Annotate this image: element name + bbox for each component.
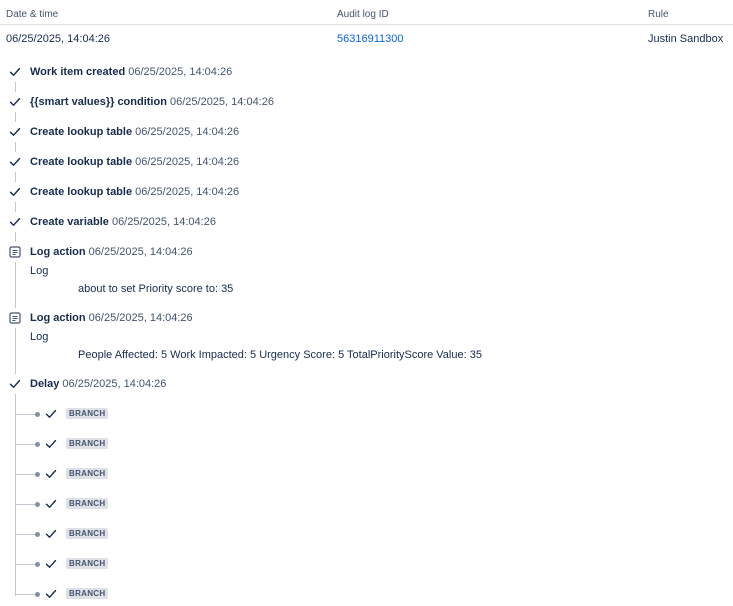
branch-line <box>16 444 36 445</box>
log-message: about to set Priority score to: 35 <box>78 283 234 295</box>
branch-row[interactable]: BRANCH <box>0 404 733 424</box>
branch-lozenge: BRANCH <box>66 468 109 479</box>
timeline-connector <box>15 172 16 182</box>
branch-lozenge: BRANCH <box>66 528 109 539</box>
timeline-item-title: Log action 06/25/2025, 14:04:26 <box>30 246 193 258</box>
timeline-connector <box>15 232 16 242</box>
check-icon <box>8 65 22 79</box>
component-timestamp: 06/25/2025, 14:04:26 <box>132 156 240 168</box>
timeline-connector <box>15 82 16 92</box>
log-icon <box>8 245 22 259</box>
check-icon <box>8 95 22 109</box>
component-timestamp: 06/25/2025, 14:04:26 <box>85 246 193 258</box>
timeline-connector <box>15 328 16 374</box>
check-icon <box>44 497 58 511</box>
check-icon <box>44 557 58 571</box>
timeline-item[interactable]: Log action 06/25/2025, 14:04:26 <box>0 308 733 328</box>
branch-line <box>16 414 36 415</box>
timeline-item-title: Create lookup table 06/25/2025, 14:04:26 <box>30 156 239 168</box>
branch-line <box>16 474 36 475</box>
timeline-item-title: Work item created 06/25/2025, 14:04:26 <box>30 66 232 78</box>
log-label: Log <box>30 265 49 277</box>
branch-lozenge: BRANCH <box>66 438 109 449</box>
timeline-item-title: {{smart values}} condition 06/25/2025, 1… <box>30 96 274 108</box>
component-name: Work item created <box>30 66 126 78</box>
branch-line <box>16 504 36 505</box>
timeline-item-title: Delay 06/25/2025, 14:04:26 <box>30 378 166 390</box>
branch-line <box>16 564 36 565</box>
timeline-item[interactable]: Work item created 06/25/2025, 14:04:26 <box>0 62 733 82</box>
log-label: Log <box>30 331 49 343</box>
audit-timeline: Work item created 06/25/2025, 14:04:26{{… <box>0 0 733 606</box>
timeline-connector <box>15 202 16 212</box>
timeline-item-title: Log action 06/25/2025, 14:04:26 <box>30 312 193 324</box>
branch-row[interactable]: BRANCH <box>0 464 733 484</box>
timeline-item[interactable]: {{smart values}} condition 06/25/2025, 1… <box>0 92 733 112</box>
component-name: {{smart values}} condition <box>30 96 167 108</box>
branch-dot <box>35 502 40 507</box>
check-icon <box>44 407 58 421</box>
check-icon <box>44 527 58 541</box>
timeline-item[interactable]: Create variable 06/25/2025, 14:04:26 <box>0 212 733 232</box>
timeline-connector <box>15 142 16 152</box>
timeline-item-title: Create lookup table 06/25/2025, 14:04:26 <box>30 186 239 198</box>
log-message: People Affected: 5 Work Impacted: 5 Urge… <box>78 349 482 361</box>
timeline-item[interactable]: Create lookup table 06/25/2025, 14:04:26 <box>0 152 733 172</box>
check-icon <box>8 215 22 229</box>
branch-dot <box>35 532 40 537</box>
check-icon <box>44 467 58 481</box>
branch-lozenge: BRANCH <box>66 588 109 599</box>
check-icon <box>44 587 58 601</box>
component-timestamp: 06/25/2025, 14:04:26 <box>132 186 240 198</box>
component-name: Create variable <box>30 216 109 228</box>
branch-dot <box>35 592 40 597</box>
check-icon <box>8 155 22 169</box>
component-name: Create lookup table <box>30 156 133 168</box>
component-name: Create lookup table <box>30 126 133 138</box>
branch-dot <box>35 472 40 477</box>
component-timestamp: 06/25/2025, 14:04:26 <box>59 378 167 390</box>
timeline-item[interactable]: Create lookup table 06/25/2025, 14:04:26 <box>0 182 733 202</box>
branch-dot <box>35 442 40 447</box>
timeline-item-title: Create lookup table 06/25/2025, 14:04:26 <box>30 126 239 138</box>
timeline-connector <box>15 262 16 308</box>
component-timestamp: 06/25/2025, 14:04:26 <box>125 66 233 78</box>
branch-row[interactable]: BRANCH <box>0 494 733 514</box>
branch-dot <box>35 412 40 417</box>
branch-lozenge: BRANCH <box>66 498 109 509</box>
timeline-item[interactable]: Delay 06/25/2025, 14:04:26 <box>0 374 733 394</box>
check-icon <box>44 437 58 451</box>
component-timestamp: 06/25/2025, 14:04:26 <box>132 126 240 138</box>
timeline-item[interactable]: Create lookup table 06/25/2025, 14:04:26 <box>0 122 733 142</box>
check-icon <box>8 125 22 139</box>
timeline-item-title: Create variable 06/25/2025, 14:04:26 <box>30 216 216 228</box>
log-icon <box>8 311 22 325</box>
branch-row[interactable]: BRANCH <box>0 554 733 574</box>
branch-row[interactable]: BRANCH <box>0 434 733 454</box>
component-name: Delay <box>30 378 60 390</box>
timeline-connector <box>15 112 16 122</box>
branch-line <box>16 534 36 535</box>
branch-row[interactable]: BRANCH <box>0 524 733 544</box>
branch-dot <box>35 562 40 567</box>
timeline-item[interactable]: Log action 06/25/2025, 14:04:26 <box>0 242 733 262</box>
check-icon <box>8 377 22 391</box>
component-name: Log action <box>30 312 86 324</box>
branch-lozenge: BRANCH <box>66 558 109 569</box>
component-name: Log action <box>30 246 86 258</box>
branch-row[interactable]: BRANCH <box>0 584 733 604</box>
branch-lozenge: BRANCH <box>66 408 109 419</box>
branch-line <box>16 594 36 595</box>
component-name: Create lookup table <box>30 186 133 198</box>
component-timestamp: 06/25/2025, 14:04:26 <box>166 96 274 108</box>
component-timestamp: 06/25/2025, 14:04:26 <box>108 216 216 228</box>
check-icon <box>8 185 22 199</box>
component-timestamp: 06/25/2025, 14:04:26 <box>85 312 193 324</box>
